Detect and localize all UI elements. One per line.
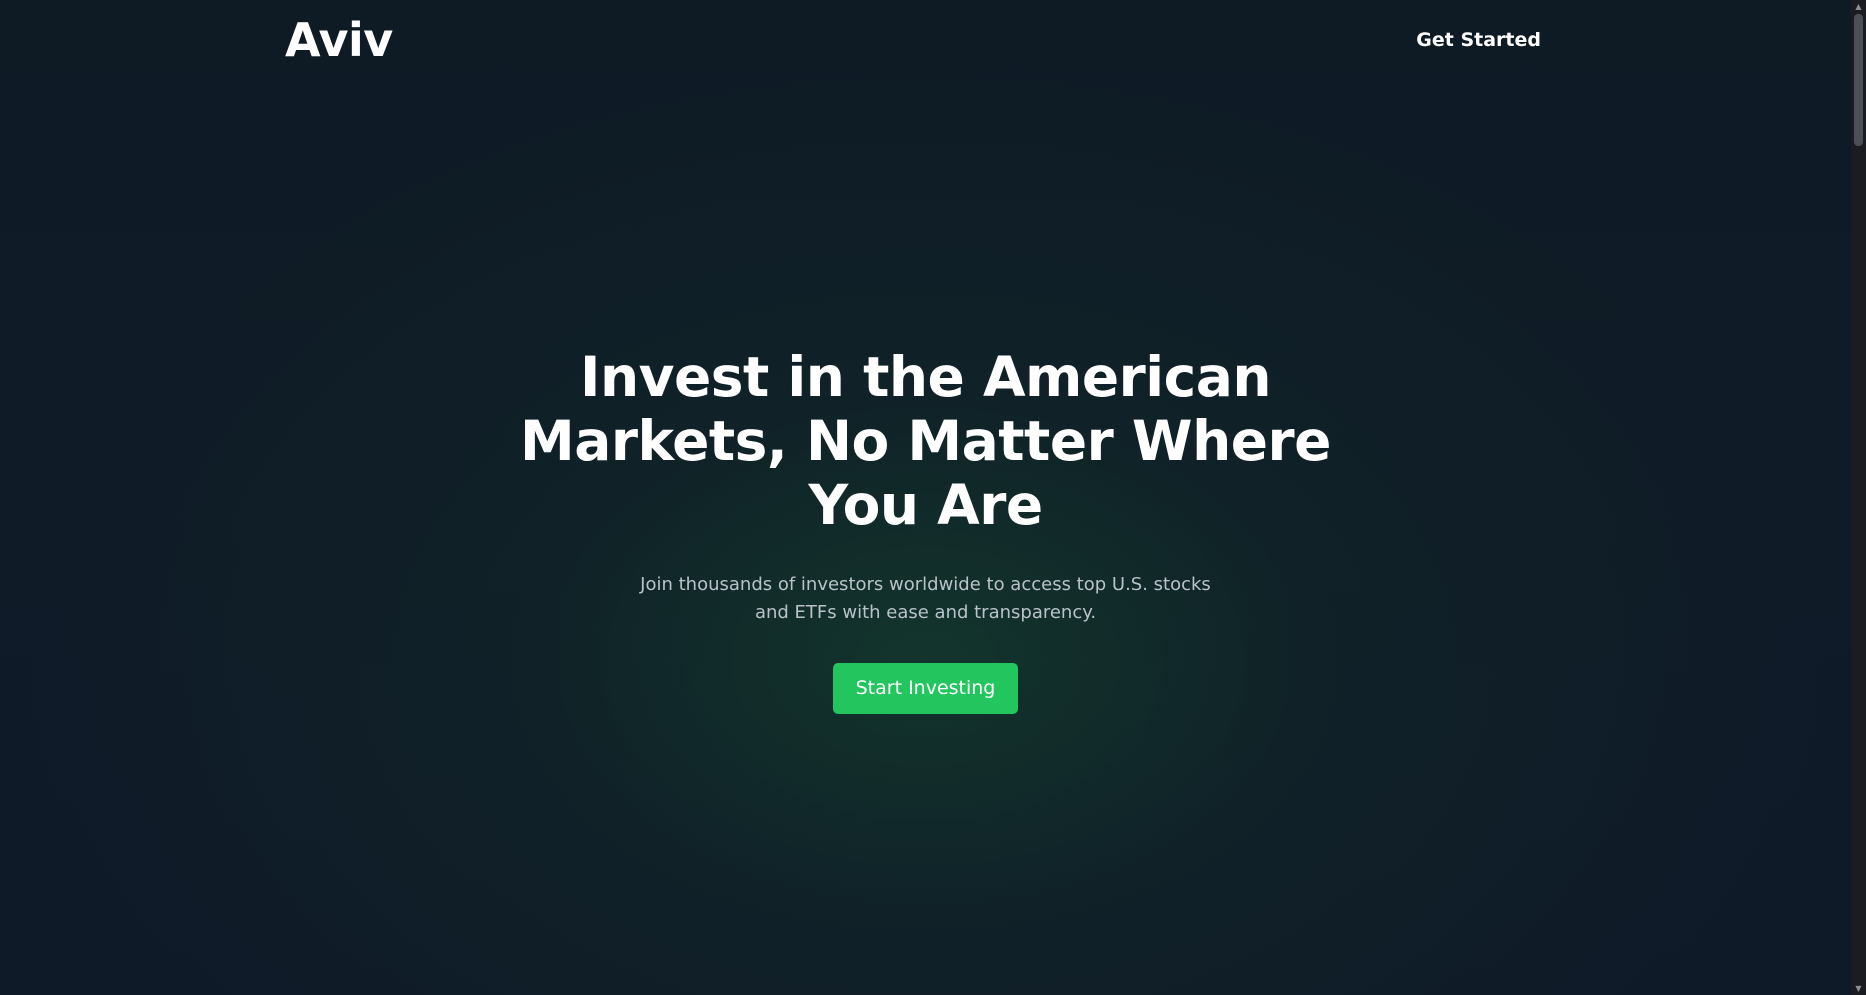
hero-subtitle: Join thousands of investors worldwide to… — [640, 574, 1211, 623]
vertical-scrollbar[interactable]: ▲ ▼ — [1851, 0, 1866, 995]
get-started-link[interactable]: Get Started — [1416, 26, 1541, 54]
chevron-down-icon[interactable]: ▼ — [1854, 984, 1863, 993]
landing-page: Aviv Get Started Invest in the American … — [0, 0, 1851, 995]
start-investing-button[interactable]: Start Investing — [832, 663, 1019, 714]
chevron-up-icon[interactable]: ▲ — [1854, 2, 1863, 11]
hero-title: Invest in the American Markets, No Matte… — [520, 345, 1331, 537]
hero-section: Invest in the American Markets, No Matte… — [0, 345, 1851, 714]
scrollbar-thumb[interactable] — [1854, 14, 1863, 146]
logo[interactable]: Aviv — [285, 10, 393, 70]
